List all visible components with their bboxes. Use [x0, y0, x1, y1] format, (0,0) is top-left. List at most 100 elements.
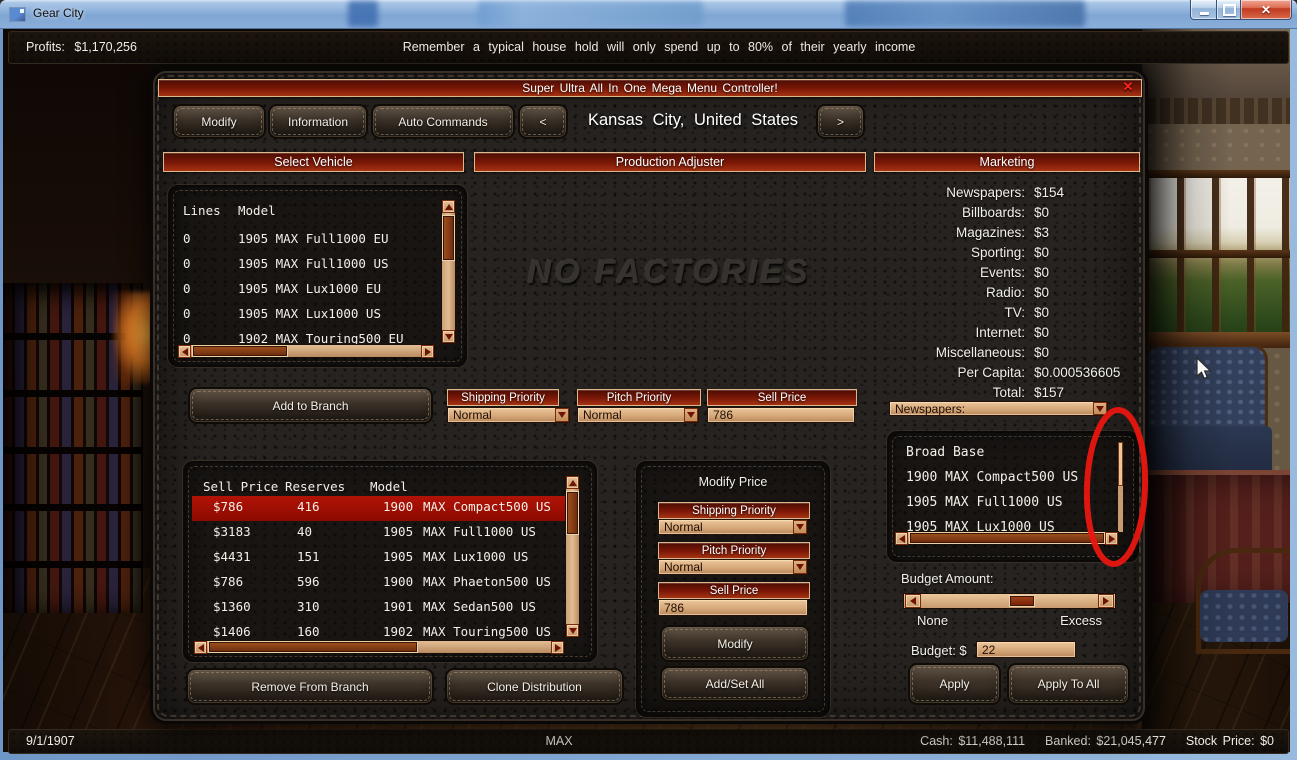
distribution-row[interactable]: $44311511905MAX Lux1000 US	[185, 549, 565, 574]
pitch-priority-header: Pitch Priority	[577, 389, 701, 406]
clone-distribution-button[interactable]: Clone Distribution	[445, 668, 624, 705]
vehicle-row[interactable]: 01905 MAX Full1000 US	[170, 256, 440, 281]
minimize-button[interactable]	[1190, 0, 1218, 20]
broad-base-title: Broad Base	[906, 445, 984, 460]
modify-nav-button[interactable]: Modify	[172, 104, 266, 139]
distribution-row[interactable]: $13603101901MAX Sedan500 US	[185, 599, 565, 624]
window-title: Gear City	[33, 6, 84, 20]
add-to-branch-button[interactable]: Add to Branch	[188, 387, 433, 424]
auto-commands-button[interactable]: Auto Commands	[371, 104, 515, 139]
vehicle-row[interactable]: 01905 MAX Lux1000 EU	[170, 281, 440, 306]
apply-button[interactable]: Apply	[908, 663, 1001, 705]
broad-base-vertical-scrollbar[interactable]	[1117, 441, 1124, 533]
distribution-table-panel: Sell Price Reserves Model $7864161900MAX…	[183, 461, 597, 662]
maximize-button[interactable]	[1216, 0, 1242, 20]
distribution-row-selected[interactable]: $7864161900MAX Compact500 US	[185, 499, 565, 524]
column-header-reserves: Reserves	[285, 479, 345, 494]
office-right-background	[1142, 28, 1290, 752]
campaign-type-select[interactable]: Newspapers:	[889, 401, 1108, 416]
distribution-vertical-scrollbar[interactable]	[565, 475, 580, 638]
modify-button[interactable]: Modify	[660, 625, 810, 662]
dropdown-arrow-icon[interactable]	[793, 520, 807, 534]
minimize-icon	[1200, 12, 1209, 15]
scroll-thumb[interactable]	[442, 215, 455, 261]
shipping-priority-header: Shipping Priority	[658, 502, 810, 519]
broad-base-item[interactable]: 1900 MAX Compact500 US	[906, 470, 1078, 485]
broad-base-item[interactable]: 1905 MAX Full1000 US	[906, 495, 1063, 510]
slider-left-button[interactable]	[905, 594, 921, 608]
sell-price-input[interactable]: 786	[707, 407, 855, 423]
shipping-priority-select[interactable]: Normal	[447, 407, 570, 423]
budget-input[interactable]: 22	[976, 641, 1076, 658]
company-name: MAX	[519, 734, 599, 748]
distribution-row[interactable]: $7865961900MAX Phaeton500 US	[185, 574, 565, 599]
window-close-button[interactable]: ✕	[1240, 0, 1292, 20]
scroll-thumb[interactable]	[909, 532, 1105, 544]
vehicle-row[interactable]: 01905 MAX Lux1000 US	[170, 306, 440, 331]
city-label: Kansas City, United States	[573, 107, 813, 133]
stat-row: Newspapers:$154	[713, 185, 1143, 203]
scroll-down-button[interactable]	[442, 330, 455, 343]
dialog-title-bar: Super Ultra All In One Mega Menu Control…	[158, 79, 1142, 97]
scroll-up-button[interactable]	[442, 200, 455, 213]
scroll-thumb[interactable]	[1118, 442, 1123, 486]
banked-label: Banked:	[1045, 734, 1091, 748]
section-header-marketing: Marketing	[874, 152, 1140, 172]
scroll-left-button[interactable]	[194, 641, 207, 654]
vehicle-list-horizontal-scrollbar[interactable]	[177, 344, 435, 358]
add-set-all-button[interactable]: Add/Set All	[660, 666, 810, 702]
information-nav-button[interactable]: Information	[268, 104, 368, 139]
scroll-thumb[interactable]	[566, 491, 579, 535]
apply-to-all-button[interactable]: Apply To All	[1007, 663, 1130, 705]
scroll-up-button[interactable]	[566, 476, 579, 489]
dropdown-arrow-icon[interactable]	[793, 560, 807, 574]
vehicle-list-vertical-scrollbar[interactable]	[441, 199, 456, 344]
scroll-right-button[interactable]	[551, 641, 564, 654]
slider-thumb[interactable]	[1009, 595, 1035, 607]
scroll-thumb[interactable]	[192, 345, 288, 357]
window-title-bar[interactable]: Gear City ✕	[0, 0, 1297, 29]
slider-right-button[interactable]	[1098, 594, 1114, 608]
profits-value: $1,170,256	[74, 40, 137, 54]
sell-price-input[interactable]: 786	[658, 599, 808, 616]
distribution-horizontal-scrollbar[interactable]	[193, 640, 565, 654]
prev-city-button[interactable]: <	[518, 104, 568, 139]
column-header-model: Model	[238, 203, 276, 218]
stat-row: Internet:$0	[713, 325, 1143, 343]
modify-price-panel: Modify Price Shipping Priority Normal Pi…	[636, 461, 830, 717]
column-header-model: Model	[370, 479, 408, 494]
scroll-down-button[interactable]	[566, 624, 579, 637]
remove-from-branch-button[interactable]: Remove From Branch	[186, 668, 434, 705]
scroll-left-button[interactable]	[895, 532, 908, 545]
background-window-blur	[478, 2, 703, 26]
shadow-overlay	[1142, 28, 1290, 752]
vehicle-row[interactable]: 01905 MAX Full1000 EU	[170, 231, 440, 256]
broad-base-horizontal-scrollbar[interactable]	[894, 531, 1119, 545]
game-date: 9/1/1907	[26, 734, 75, 748]
distribution-row[interactable]: $3183401905MAX Full1000 US	[185, 524, 565, 549]
stock-value: $0	[1260, 734, 1274, 748]
dropdown-arrow-icon[interactable]	[555, 408, 569, 422]
shipping-priority-select[interactable]: Normal	[658, 519, 808, 535]
pitch-priority-header: Pitch Priority	[658, 542, 810, 559]
budget-slider[interactable]	[903, 593, 1116, 609]
dropdown-arrow-icon[interactable]	[1093, 402, 1107, 415]
pitch-priority-select[interactable]: Normal	[577, 407, 699, 423]
scroll-thumb[interactable]	[208, 641, 418, 653]
scroll-left-button[interactable]	[178, 345, 191, 358]
slider-min-label: None	[917, 613, 948, 628]
dropdown-arrow-icon[interactable]	[684, 408, 698, 422]
hint-text: Remember a typical house hold will only …	[369, 40, 949, 54]
scroll-right-button[interactable]	[1105, 532, 1118, 545]
dialog-close-button[interactable]: ✕	[1118, 79, 1138, 95]
chevron-right-icon: >	[837, 115, 844, 129]
next-city-button[interactable]: >	[816, 104, 865, 139]
pitch-priority-select[interactable]: Normal	[658, 559, 808, 575]
scroll-right-button[interactable]	[421, 345, 434, 358]
section-header-select-vehicle: Select Vehicle	[163, 152, 464, 172]
stat-row: Magazines:$3	[713, 225, 1143, 243]
section-header-production-adjuster: Production Adjuster	[474, 152, 866, 172]
shipping-priority-header: Shipping Priority	[447, 389, 559, 406]
screen: Profits: $1,170,256 Remember a typical h…	[0, 0, 1297, 760]
vehicle-list-panel: Lines Model 01905 MAX Full1000 EU 01905 …	[168, 185, 467, 367]
